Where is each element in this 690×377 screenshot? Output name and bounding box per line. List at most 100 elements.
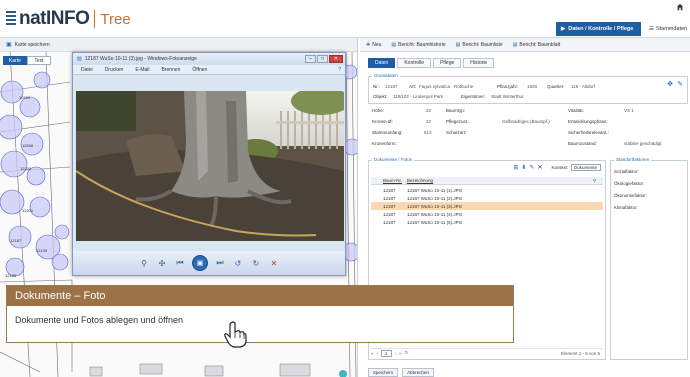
save-map-label[interactable]: Karte speichern xyxy=(15,42,50,48)
klimafaktor-label: Klimafaktor: xyxy=(614,205,638,210)
add-icon: ✚ xyxy=(366,41,371,48)
tab-kontrolle[interactable]: Kontrolle xyxy=(397,58,432,68)
viewer-titlebar[interactable]: ▧ 12187 WuSo 10-11 (3).jpg - Windows-Fot… xyxy=(73,53,345,65)
pflanzjahr-label: Pflanzjahr: xyxy=(497,84,519,89)
logo-separator xyxy=(94,10,96,28)
caption-title: Dokumente – Foto xyxy=(7,286,513,306)
row-name: 12187 WuSo 10-11 (1).JPG xyxy=(407,187,463,193)
tab-historie[interactable]: Historie xyxy=(463,58,495,68)
save-map-icon[interactable]: ▣ xyxy=(6,41,12,48)
next-icon[interactable]: ⏭ xyxy=(214,257,226,269)
link-icon: ⚲ xyxy=(593,177,597,183)
table-row[interactable]: 12187 12187 WuSo 10-11 (1).JPG xyxy=(371,186,603,194)
report-label: Bericht: Baumhistorie xyxy=(398,41,446,48)
report-label: Bericht: Baumliste xyxy=(462,41,503,48)
table-row[interactable]: 12187 12187 WuSo 10-11 (4).JPG xyxy=(371,210,603,218)
table-row[interactable]: 12187 12187 WuSo 10-11 (2).JPG xyxy=(371,194,603,202)
tab-daten[interactable]: Daten xyxy=(368,58,396,68)
objekt-label: Objekt: xyxy=(373,94,388,99)
section-title: Standortfaktoren xyxy=(614,157,652,162)
row-nr: 12187 xyxy=(383,211,396,217)
baumzustand-label: Baumzustand: xyxy=(568,141,597,146)
logo-mark xyxy=(6,9,16,29)
kronenform-label: Kronenform: xyxy=(372,141,397,146)
quartier-label: Quartier: xyxy=(547,84,565,89)
menu-datei[interactable]: Datei xyxy=(81,67,93,73)
report-list-button[interactable]: ▤ Bericht: Baumliste xyxy=(456,42,503,48)
oekonomiefaktor-label: Ökonomiefaktor: xyxy=(614,193,648,198)
close-button[interactable]: ✕ xyxy=(329,55,343,63)
art-value: Fagus sylvatica - Rotbuche xyxy=(419,84,474,89)
tab-stammdaten[interactable]: ☰ Stammdaten xyxy=(645,22,690,36)
new-label: Neu xyxy=(372,41,382,48)
table-row[interactable]: 12187 12187 WuSo 10-11 (5).JPG xyxy=(371,218,603,226)
viewer-title: 12187 WuSo 10-11 (3).jpg - Windows-Fotoa… xyxy=(84,56,197,62)
help-icon[interactable]: ? xyxy=(338,67,341,73)
rotate-right-icon[interactable]: ↻ xyxy=(250,257,262,269)
stamm-value: 513 xyxy=(424,130,432,135)
page-input[interactable]: 1 xyxy=(381,349,392,357)
download-icon[interactable]: ⬇ xyxy=(521,164,526,171)
row-name: 12187 WuSo 10-11 (3).JPG xyxy=(407,203,463,209)
delete-icon[interactable]: ✕ xyxy=(268,257,280,269)
hand-cursor-icon xyxy=(224,321,247,348)
prev-page-icon[interactable]: ‹ xyxy=(377,351,379,356)
actual-size-icon[interactable]: ✣ xyxy=(156,257,168,269)
tab-karte[interactable]: Karte xyxy=(3,56,27,65)
pflegezust-label: Pflegezust.: xyxy=(446,119,470,124)
add-document-icon[interactable]: ⊞ xyxy=(513,164,518,171)
locate-icon[interactable]: ✥ xyxy=(667,80,673,88)
menu-email[interactable]: E-Mail xyxy=(135,67,149,73)
tree-label: 12695 xyxy=(19,95,31,100)
previous-icon[interactable]: ⏮ xyxy=(174,257,186,269)
context-select[interactable]: Dokumente xyxy=(571,164,601,171)
minimize-button[interactable]: – xyxy=(305,55,316,63)
zoom-icon[interactable]: ⚲ xyxy=(138,257,150,269)
quartier-value: 118 - Altdorf xyxy=(571,84,595,89)
menu-brennen[interactable]: Brennen xyxy=(161,67,180,73)
refresh-icon[interactable]: ↻ xyxy=(405,350,409,356)
nr-value: 12187 xyxy=(385,84,398,89)
hoehe-value: 22 xyxy=(426,108,432,113)
home-icon[interactable] xyxy=(676,3,684,11)
slideshow-icon[interactable]: ▣ xyxy=(192,255,208,271)
last-page-icon[interactable]: » xyxy=(399,351,402,356)
delete-document-icon[interactable]: ✕ xyxy=(537,164,542,171)
section-title: Dokumente / Fotos xyxy=(372,157,415,162)
report-history-button[interactable]: ▤ Bericht: Baumhistorie xyxy=(391,42,445,48)
new-button[interactable]: ✚ Neu xyxy=(366,42,381,48)
logo-text: natINFO xyxy=(19,8,90,29)
menu-drucken[interactable]: Drucken xyxy=(105,67,124,73)
table-row-selected[interactable]: 12187 12187 WuSo 10-11 (3).JPG xyxy=(371,202,603,210)
arrow-right-icon: ▶ xyxy=(561,26,566,32)
schutzart-label: Schutzart: xyxy=(446,130,467,135)
column-bezeichnung[interactable]: Bezeichnung xyxy=(403,178,593,183)
column-baum-nr[interactable]: Baum-Nr. xyxy=(381,178,403,183)
eigentuemer-value: Stadt Winterthur xyxy=(491,94,524,99)
viewer-controls: ⚲ ✣ ⏮ ▣ ⏭ ↺ ↻ ✕ xyxy=(73,251,345,275)
save-button[interactable]: Speichern xyxy=(368,368,398,377)
tree-label: 12698 xyxy=(22,143,34,148)
tab-daten-kontrolle-pflege[interactable]: ▶ Daten / Kontrolle / Pflege xyxy=(556,22,641,36)
next-page-icon[interactable]: › xyxy=(395,351,397,356)
oekologiefaktor-label: Ökologiefaktor: xyxy=(614,181,645,186)
sicherheit-label: Sicherheitsrelevant.: xyxy=(568,130,609,135)
cancel-button[interactable]: Abbrechen xyxy=(402,368,434,377)
report-sheet-button[interactable]: ▤ Bericht: Baumblatt xyxy=(513,42,561,48)
report-icon: ▤ xyxy=(512,41,518,48)
first-page-icon[interactable]: « xyxy=(371,351,374,356)
rotate-left-icon[interactable]: ↺ xyxy=(232,257,244,269)
tab-text[interactable]: Text xyxy=(27,56,51,65)
row-name: 12187 WuSo 10-11 (5).JPG xyxy=(407,219,463,225)
details-block: Höhe: 22 Kronen-Ø: 22 Stammumfang: 513 K… xyxy=(368,106,688,148)
detail-tabs: Daten Kontrolle Pflege Historie xyxy=(368,58,495,68)
pflegezust-value: Gelbnadriges (Baumpf.) xyxy=(502,119,550,124)
edit-icon[interactable]: ✎ xyxy=(677,80,683,88)
nr-label: Nr.: xyxy=(373,84,381,89)
objekt-value: 118/102 - Lindenpol Park xyxy=(393,94,443,99)
vitalitaet-value: VS 1 xyxy=(624,108,634,113)
maximize-button[interactable]: □ xyxy=(317,55,328,63)
tab-pflege[interactable]: Pflege xyxy=(433,58,462,68)
menu-oeffnen[interactable]: Öffnen xyxy=(192,67,207,73)
edit-document-icon[interactable]: ✎ xyxy=(529,164,534,171)
